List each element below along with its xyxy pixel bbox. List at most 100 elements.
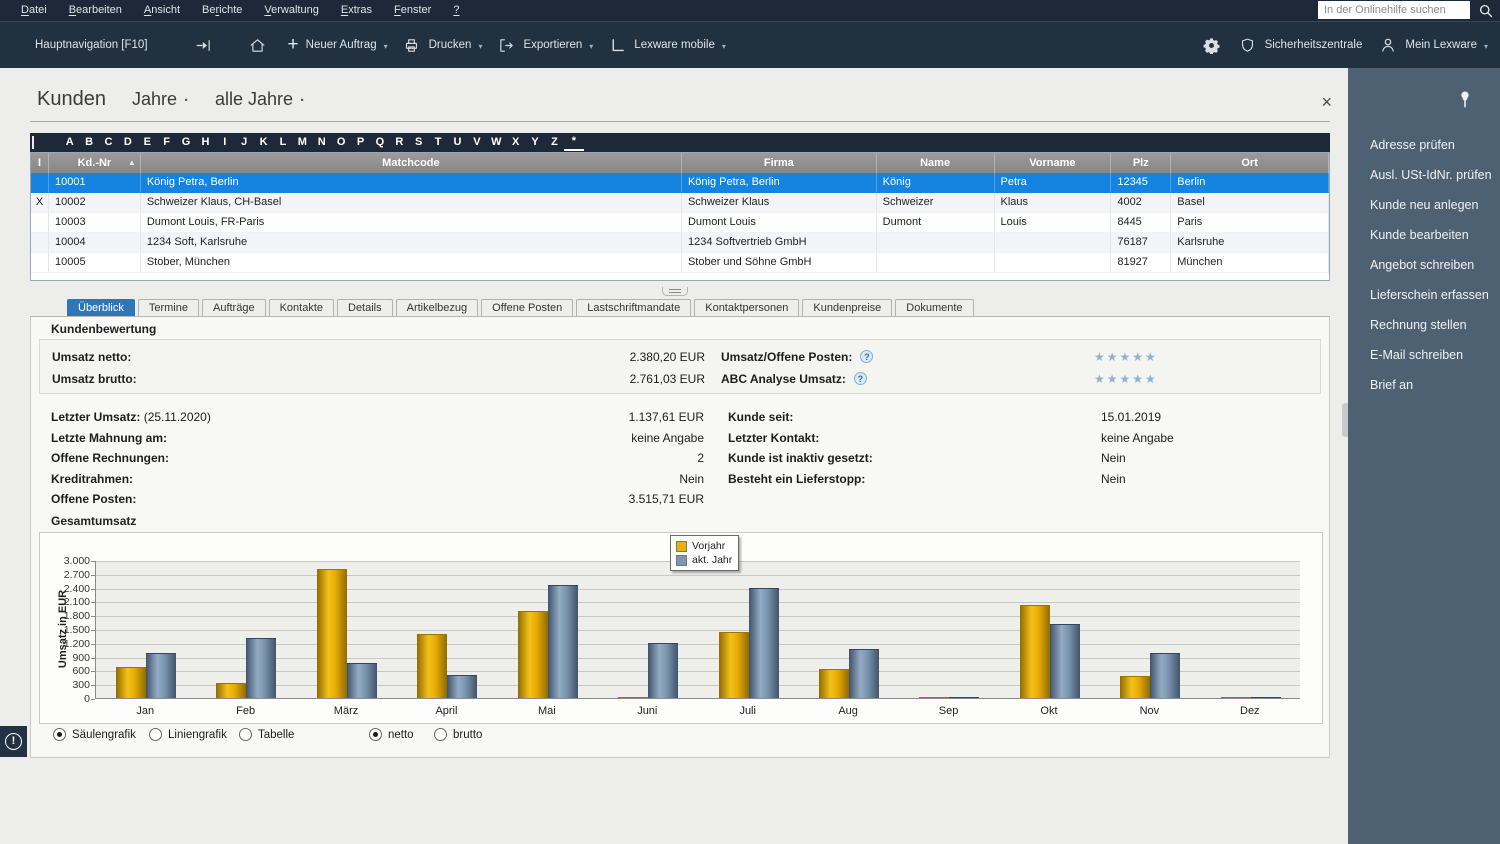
tab-kundenpreise[interactable]: Kundenpreise [802, 299, 892, 316]
menu-item-help[interactable]: ? [442, 0, 470, 21]
alphabet-letter-k[interactable]: K [254, 135, 273, 150]
sidebar-item-e-mail-schreiben[interactable]: E-Mail schreiben [1348, 340, 1500, 370]
alphabet-letter-z[interactable]: Z [545, 135, 564, 150]
range-filter-dropdown-icon[interactable]: · [300, 92, 305, 109]
help-icon[interactable]: ? [860, 350, 873, 363]
sidebar-item-ausl-ust-idnr-pruefen[interactable]: Ausl. USt-IdNr. prüfen [1348, 160, 1500, 190]
settings-gear-icon[interactable] [1202, 35, 1222, 55]
tab-kontakte[interactable]: Kontakte [269, 299, 334, 316]
help-icon[interactable]: ? [854, 372, 867, 385]
tab-details[interactable]: Details [337, 299, 393, 316]
y-tick-mark [91, 602, 95, 603]
tab-lastschriftmandate[interactable]: Lastschriftmandate [576, 299, 691, 316]
year-filter-dropdown-icon[interactable]: · [184, 92, 189, 109]
account-menu-button[interactable]: Mein Lexware ▾ [1378, 35, 1488, 55]
lexware-mobile-button[interactable]: Lexware mobile ▾ [607, 35, 726, 55]
radio-brutto[interactable]: brutto [434, 728, 482, 741]
menu-item-extras[interactable]: Extras [330, 0, 383, 21]
notification-badge[interactable]: ! [0, 726, 27, 757]
table-row-10005[interactable]: 10005Stober, MünchenStober und Söhne Gmb… [31, 253, 1329, 273]
column-header-i[interactable]: I [31, 153, 49, 173]
alphabet-letter-e[interactable]: E [138, 135, 157, 150]
radio-saeulengrafik[interactable]: Säulengrafik [53, 728, 136, 741]
table-row-10001[interactable]: 10001König Petra, BerlinKönig Petra, Ber… [31, 173, 1329, 193]
tab-kontaktpersonen[interactable]: Kontaktpersonen [694, 299, 799, 316]
online-help-search-input[interactable] [1318, 1, 1470, 19]
sidebar-item-adresse-pruefen[interactable]: Adresse prüfen [1348, 130, 1500, 160]
sidebar-item-angebot-schreiben[interactable]: Angebot schreiben [1348, 250, 1500, 280]
pin-icon[interactable] [1458, 90, 1472, 114]
tab-ueberblick[interactable]: Überblick [67, 299, 135, 316]
alphabet-letter-f[interactable]: F [157, 135, 176, 150]
home-icon[interactable] [248, 35, 268, 55]
alphabet-letter-l[interactable]: L [273, 135, 292, 150]
alphabet-letter-c[interactable]: C [99, 135, 118, 150]
menu-item-bearbeiten[interactable]: Bearbeiten [58, 0, 133, 21]
sidebar-resize-handle[interactable] [1342, 403, 1348, 437]
column-header-vorname[interactable]: Vorname [995, 153, 1112, 173]
menu-item-verwaltung[interactable]: Verwaltung [253, 0, 329, 21]
main-navigation-button[interactable]: Hauptnavigation [F10] [0, 39, 148, 51]
detail-label-group: Offene Rechnungen: [51, 448, 169, 468]
year-filter-dropdown[interactable]: Jahre [132, 89, 177, 110]
tab-dokumente[interactable]: Dokumente [895, 299, 973, 316]
alphabet-letter-w[interactable]: W [487, 135, 506, 150]
alphabet-letter-y[interactable]: Y [525, 135, 544, 150]
alphabet-letter-q[interactable]: Q [370, 135, 389, 150]
alphabet-letter-g[interactable]: G [176, 135, 195, 150]
alphabet-letter-o[interactable]: O [331, 135, 350, 150]
menu-item-datei[interactable]: Datei [10, 0, 58, 21]
column-header-ort[interactable]: Ort [1171, 153, 1329, 173]
close-view-button[interactable]: × [1321, 94, 1332, 110]
alphabet-letter-v[interactable]: V [467, 135, 486, 150]
lexware-mobile-label: Lexware mobile [634, 39, 715, 51]
column-header-plz[interactable]: Plz [1111, 153, 1171, 173]
tab-artikelbezug[interactable]: Artikelbezug [396, 299, 479, 316]
alphabet-letter-s[interactable]: S [409, 135, 428, 150]
menu-item-berichte[interactable]: Berichte [191, 0, 253, 21]
tab-termine[interactable]: Termine [138, 299, 199, 316]
tab-auftraege[interactable]: Aufträge [202, 299, 266, 316]
alphabet-letter-t[interactable]: T [428, 135, 447, 150]
column-header-firma[interactable]: Firma [682, 153, 877, 173]
search-button[interactable] [1473, 1, 1497, 19]
alphabet-letter-d[interactable]: D [118, 135, 137, 150]
alphabet-letter-a[interactable]: A [60, 135, 79, 150]
sidebar-item-rechnung-stellen[interactable]: Rechnung stellen [1348, 310, 1500, 340]
column-header-kd-nr[interactable]: Kd.-Nr▲ [49, 153, 141, 173]
alphabet-letter-x[interactable]: X [506, 135, 525, 150]
alphabet-letter-r[interactable]: R [390, 135, 409, 150]
menu-item-ansicht[interactable]: Ansicht [133, 0, 191, 21]
alphabet-letter-i[interactable]: I [215, 135, 234, 150]
column-header-name[interactable]: Name [877, 153, 995, 173]
sidebar-item-brief-an[interactable]: Brief an [1348, 370, 1500, 400]
radio-tabelle[interactable]: Tabelle [239, 728, 294, 741]
sidebar-item-lieferschein-erfassen[interactable]: Lieferschein erfassen [1348, 280, 1500, 310]
alphabet-letter-star[interactable]: * [564, 134, 583, 151]
alphabet-letter-m[interactable]: M [293, 135, 312, 150]
tab-offene-posten[interactable]: Offene Posten [481, 299, 573, 316]
column-header-matchcode[interactable]: Matchcode [141, 153, 682, 173]
alphabet-letter-u[interactable]: U [448, 135, 467, 150]
sidebar-item-kunde-neu-anlegen[interactable]: Kunde neu anlegen [1348, 190, 1500, 220]
range-filter-dropdown[interactable]: alle Jahre [215, 89, 293, 110]
dock-pin-icon[interactable] [194, 35, 214, 55]
alphabet-letter-n[interactable]: N [312, 135, 331, 150]
new-order-button[interactable]: + Neuer Auftrag ▾ [288, 36, 388, 54]
sidebar-item-kunde-bearbeiten[interactable]: Kunde bearbeiten [1348, 220, 1500, 250]
menu-item-fenster[interactable]: Fenster [383, 0, 442, 21]
alphabet-letter-j[interactable]: J [235, 135, 254, 150]
radio-liniengrafik[interactable]: Liniengrafik [149, 728, 227, 741]
alphabet-letter-b[interactable]: B [79, 135, 98, 150]
splitter-handle[interactable] [662, 287, 688, 296]
table-row-10002[interactable]: X10002Schweizer Klaus, CH-BaselSchweizer… [31, 193, 1329, 213]
alphabet-letter-p[interactable]: P [351, 135, 370, 150]
table-row-10003[interactable]: 10003Dumont Louis, FR-ParisDumont LouisD… [31, 213, 1329, 233]
security-center-button[interactable]: Sicherheitszentrale [1238, 35, 1363, 55]
table-row-10004[interactable]: 100041234 Soft, Karlsruhe1234 Softvertri… [31, 233, 1329, 253]
export-button[interactable]: Exportieren ▾ [496, 35, 593, 55]
radio-netto[interactable]: netto [369, 728, 414, 741]
alphabet-letter-h[interactable]: H [196, 135, 215, 150]
print-button[interactable]: Drucken ▾ [402, 35, 483, 55]
account-label: Mein Lexware [1405, 39, 1477, 51]
